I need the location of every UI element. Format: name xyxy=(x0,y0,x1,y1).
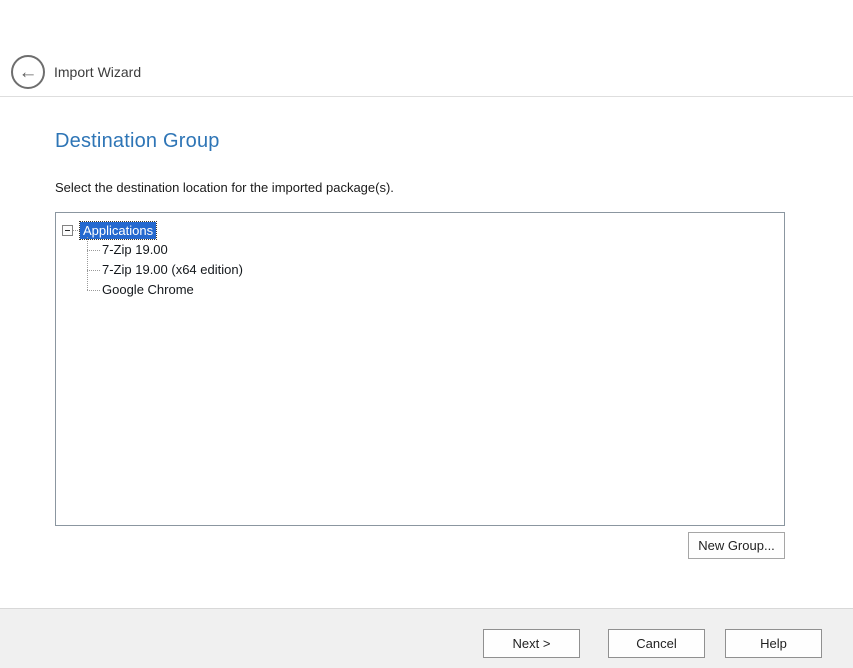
tree-node-applications[interactable]: Applications xyxy=(56,220,784,240)
back-button[interactable]: ← xyxy=(11,55,45,89)
page-description: Select the destination location for the … xyxy=(55,180,394,195)
tree-node-7zip[interactable]: 7-Zip 19.00 xyxy=(56,240,784,260)
tree-connector-stub xyxy=(73,230,80,231)
import-wizard-window: ✕ ← Import Wizard Destination Group Sele… xyxy=(0,0,853,668)
page-title: Destination Group xyxy=(55,130,220,153)
help-button[interactable]: Help xyxy=(725,629,822,658)
next-button[interactable]: Next > xyxy=(483,629,580,658)
destination-tree-panel: Applications 7-Zip 19.00 7-Zip 19.00 (x6… xyxy=(55,212,785,526)
wizard-header-left: ← Import Wizard xyxy=(11,55,141,89)
tree-connector-stub xyxy=(87,290,100,291)
new-group-button[interactable]: New Group... xyxy=(688,532,785,559)
tree-node-7zip-x64[interactable]: 7-Zip 19.00 (x64 edition) xyxy=(56,260,784,280)
footer-bar: Next > Cancel Help xyxy=(0,608,853,668)
wizard-header: ← Import Wizard xyxy=(0,0,853,97)
tree-connector-stub xyxy=(87,270,100,271)
collapse-minus-icon[interactable] xyxy=(62,225,73,236)
minus-icon-line xyxy=(65,230,70,231)
destination-tree: Applications 7-Zip 19.00 7-Zip 19.00 (x6… xyxy=(56,213,784,525)
tree-connector-line xyxy=(87,237,88,290)
wizard-title: Import Wizard xyxy=(54,64,141,80)
tree-node-google-chrome[interactable]: Google Chrome xyxy=(56,280,784,300)
tree-node-label[interactable]: Google Chrome xyxy=(102,282,194,297)
back-arrow-icon: ← xyxy=(19,63,38,82)
tree-node-label[interactable]: 7-Zip 19.00 xyxy=(102,242,168,257)
cancel-button[interactable]: Cancel xyxy=(608,629,705,658)
tree-node-label-selected[interactable]: Applications xyxy=(80,222,156,239)
tree-connector-stub xyxy=(87,250,100,251)
tree-node-label[interactable]: 7-Zip 19.00 (x64 edition) xyxy=(102,262,243,277)
tree-children-group: 7-Zip 19.00 7-Zip 19.00 (x64 edition) Go… xyxy=(56,240,784,300)
